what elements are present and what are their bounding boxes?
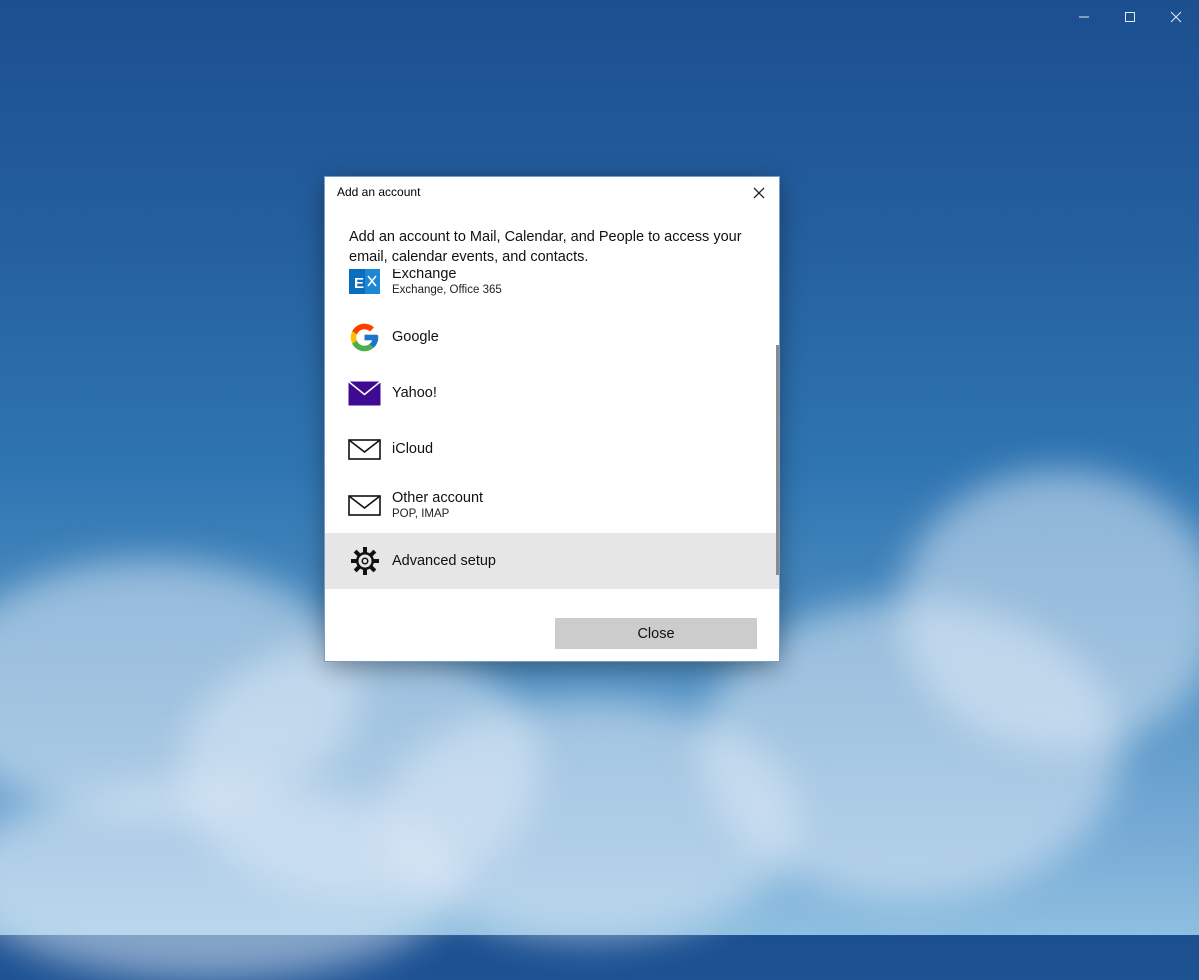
account-item-yahoo[interactable]: Yahoo!	[325, 365, 779, 421]
google-icon	[348, 321, 381, 354]
envelope-icon	[348, 489, 381, 522]
account-item-exchange[interactable]: E Exchange Exchange, Office 365	[325, 269, 779, 309]
maximize-button[interactable]	[1107, 0, 1153, 34]
svg-text:E: E	[354, 275, 364, 292]
account-sub: POP, IMAP	[392, 508, 450, 520]
account-sub: Exchange, Office 365	[392, 284, 502, 296]
envelope-icon	[348, 433, 381, 466]
list-scrollbar[interactable]	[776, 345, 779, 575]
minimize-button[interactable]	[1061, 0, 1107, 34]
dialog-title: Add an account	[337, 185, 421, 199]
add-account-dialog: Add an account Add an account to Mail, C…	[324, 176, 780, 662]
window-close-button[interactable]	[1153, 0, 1199, 34]
account-item-advanced-setup[interactable]: Advanced setup	[325, 533, 779, 589]
minimize-icon	[1079, 16, 1089, 18]
account-name: Google	[392, 329, 439, 345]
close-icon	[1170, 11, 1182, 23]
dialog-close-button[interactable]	[749, 183, 769, 203]
exchange-icon: E	[348, 269, 381, 298]
account-item-icloud[interactable]: iCloud	[325, 421, 779, 477]
account-item-other[interactable]: Other account POP, IMAP	[325, 477, 779, 533]
account-name: Advanced setup	[392, 553, 496, 569]
dialog-description: Add an account to Mail, Calendar, and Pe…	[349, 229, 742, 265]
account-name: Exchange	[392, 269, 457, 282]
close-button[interactable]: Close	[555, 618, 757, 649]
gear-icon	[348, 545, 381, 578]
account-list: E Exchange Exchange, Office 365 Google Y…	[325, 269, 779, 592]
account-name: iCloud	[392, 441, 434, 457]
account-name: Yahoo!	[392, 385, 437, 401]
maximize-icon	[1125, 12, 1135, 22]
close-icon	[753, 187, 765, 199]
account-item-google[interactable]: Google	[325, 309, 779, 365]
window-controls	[1061, 0, 1199, 34]
yahoo-mail-icon	[348, 377, 381, 410]
account-name: Other account	[392, 490, 484, 506]
